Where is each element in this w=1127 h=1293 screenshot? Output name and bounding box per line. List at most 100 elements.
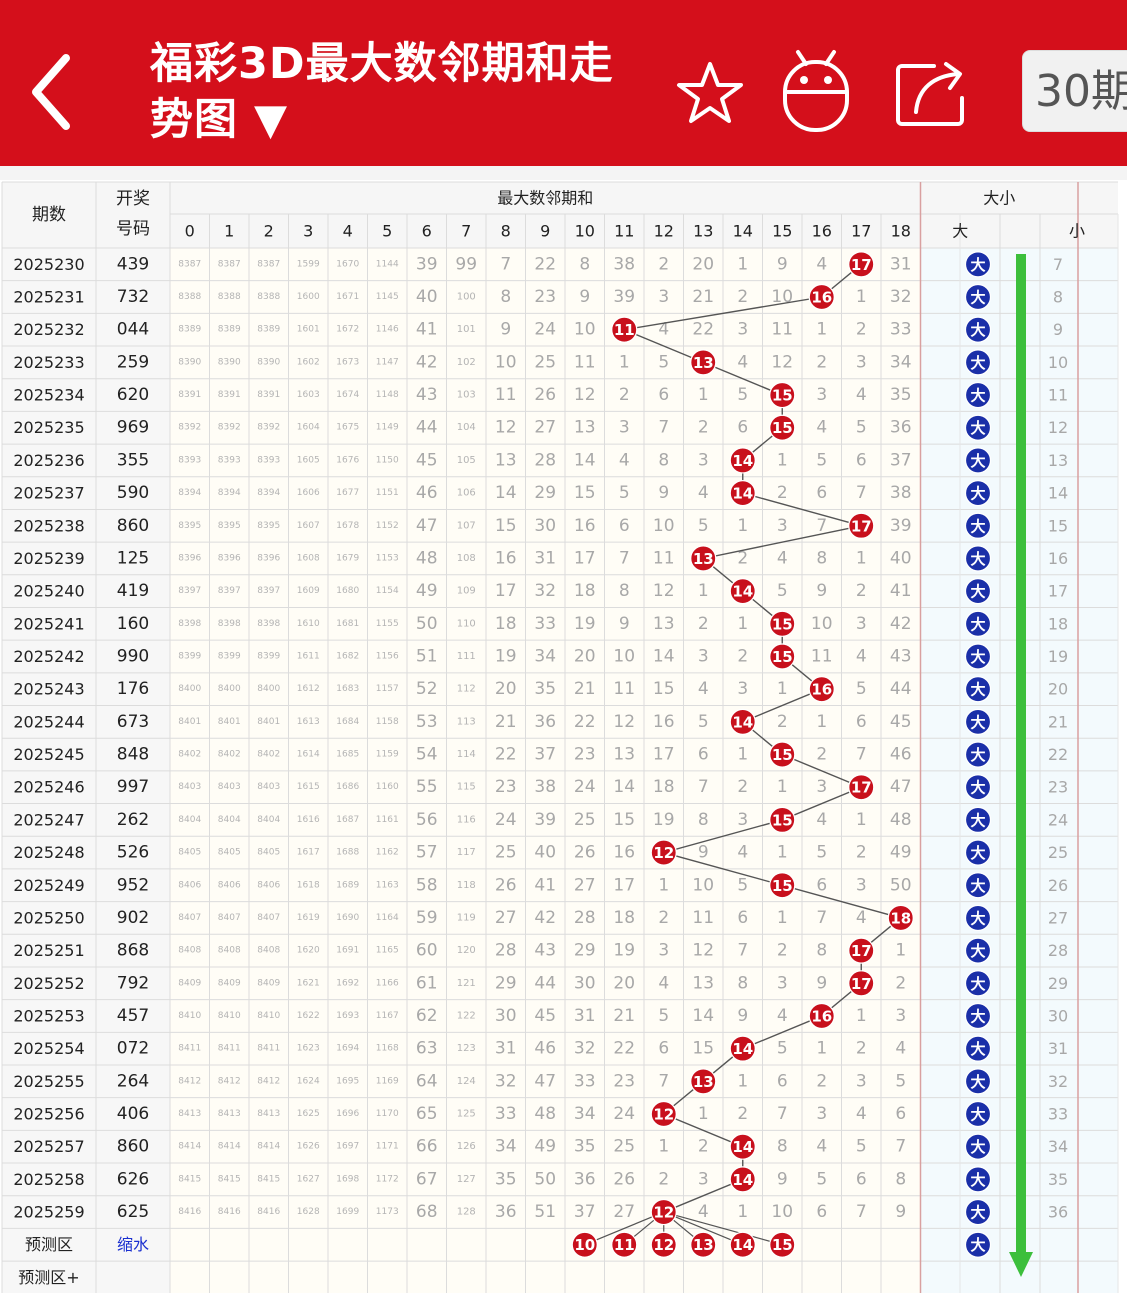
omission-value: 54 <box>416 745 438 765</box>
omission-value: 1609 <box>297 586 320 596</box>
omission-value: 23 <box>534 287 556 307</box>
omission-value: 14 <box>653 647 675 667</box>
omission-value: 1166 <box>376 978 399 988</box>
omission-value: 5 <box>856 1137 867 1157</box>
hit-ball-label: 15 <box>772 387 793 405</box>
omission-value: 4 <box>698 1202 709 1222</box>
number-column-header: 开奖 <box>116 189 150 209</box>
omission-value: 43 <box>890 647 912 667</box>
omission-value: 3 <box>777 516 788 536</box>
small-omission-value: 9 <box>1053 320 1063 339</box>
omission-value: 37 <box>574 1202 596 1222</box>
hit-ball-label: 11 <box>614 321 635 339</box>
omission-value: 125 <box>457 1109 476 1120</box>
omission-value: 39 <box>613 287 635 307</box>
small-omission-value: 17 <box>1048 582 1068 601</box>
small-omission-value: 14 <box>1048 484 1068 503</box>
omission-value: 8388 <box>218 292 241 302</box>
omission-value: 1159 <box>376 750 399 760</box>
omission-value: 35 <box>574 1137 596 1157</box>
omission-value: 116 <box>457 814 476 825</box>
omission-value: 47 <box>890 777 912 797</box>
omission-value: 4 <box>777 1006 788 1026</box>
omission-value: 10 <box>613 647 635 667</box>
predict-ball-label: 15 <box>772 1236 793 1254</box>
number-column-header: 号码 <box>116 219 150 239</box>
omission-value: 10 <box>495 352 517 372</box>
omission-value: 8403 <box>178 782 201 792</box>
omission-value: 8412 <box>257 1076 280 1086</box>
omission-value: 8387 <box>218 259 241 269</box>
issue-number: 2025233 <box>13 353 84 372</box>
omission-value: 1 <box>777 843 788 863</box>
omission-value: 17 <box>653 745 675 765</box>
omission-value: 8409 <box>178 978 201 988</box>
omission-value: 49 <box>534 1137 556 1157</box>
omission-value: 8402 <box>257 750 280 760</box>
sum-column-header-16: 16 <box>812 222 832 241</box>
omission-value: 10 <box>771 1202 793 1222</box>
omission-value: 8415 <box>218 1174 241 1184</box>
omission-value: 3 <box>816 777 827 797</box>
omission-value: 101 <box>457 324 476 335</box>
omission-value: 11 <box>495 385 517 405</box>
omission-value: 113 <box>457 716 476 727</box>
omission-value: 1 <box>856 810 867 830</box>
omission-value: 112 <box>457 684 476 695</box>
omission-value: 19 <box>653 810 675 830</box>
omission-value: 21 <box>495 712 517 732</box>
omission-value: 6 <box>856 712 867 732</box>
omission-value: 41 <box>534 875 556 895</box>
omission-value: 8414 <box>178 1142 201 1152</box>
omission-value: 1627 <box>297 1174 320 1184</box>
big-ball-label: 大 <box>970 289 985 307</box>
omission-value: 8415 <box>257 1174 280 1184</box>
draw-number: 264 <box>117 1071 149 1091</box>
omission-value: 36 <box>534 712 556 732</box>
omission-value: 1599 <box>297 259 320 269</box>
sum-column-header-13: 13 <box>693 222 713 241</box>
omission-value: 23 <box>495 777 517 797</box>
omission-value: 46 <box>416 483 438 503</box>
omission-value: 8389 <box>257 325 280 335</box>
omission-value: 1170 <box>376 1109 399 1119</box>
omission-value: 39 <box>890 516 912 536</box>
omission-value: 3 <box>698 647 709 667</box>
small-omission-value: 27 <box>1048 908 1068 927</box>
omission-value: 48 <box>416 548 438 568</box>
shrink-link[interactable]: 缩水 <box>117 1235 149 1254</box>
omission-value: 7 <box>658 1071 669 1091</box>
omission-value: 103 <box>457 390 476 401</box>
sum-column-header-5: 5 <box>382 222 392 241</box>
omission-value: 40 <box>416 287 438 307</box>
omission-value: 1673 <box>336 357 359 367</box>
hit-ball-label: 15 <box>772 615 793 633</box>
omission-value: 24 <box>613 1104 635 1124</box>
omission-value: 1617 <box>297 848 320 858</box>
small-omission-value: 13 <box>1048 451 1068 470</box>
omission-value: 2 <box>856 1039 867 1059</box>
omission-value: 44 <box>890 679 912 699</box>
omission-value: 8411 <box>218 1044 241 1054</box>
hit-ball-label: 17 <box>851 517 872 535</box>
omission-value: 7 <box>856 483 867 503</box>
omission-value: 1158 <box>376 717 399 727</box>
big-ball-label: 大 <box>970 877 985 895</box>
omission-value: 1168 <box>376 1044 399 1054</box>
omission-value: 7 <box>816 908 827 928</box>
omission-value: 33 <box>890 320 912 340</box>
omission-value: 9 <box>816 581 827 601</box>
hit-ball-label: 13 <box>693 1073 714 1091</box>
omission-value: 1 <box>816 320 827 340</box>
omission-value: 6 <box>816 483 827 503</box>
omission-value: 9 <box>895 1202 906 1222</box>
big-ball-label: 大 <box>970 387 985 405</box>
draw-number: 626 <box>117 1169 149 1189</box>
draw-number: 673 <box>117 712 149 732</box>
omission-value: 27 <box>534 418 556 438</box>
omission-value: 11 <box>692 908 714 928</box>
omission-value: 5 <box>816 1169 827 1189</box>
omission-value: 8402 <box>178 750 201 760</box>
omission-value: 65 <box>416 1104 438 1124</box>
big-ball-label: 大 <box>970 583 985 601</box>
